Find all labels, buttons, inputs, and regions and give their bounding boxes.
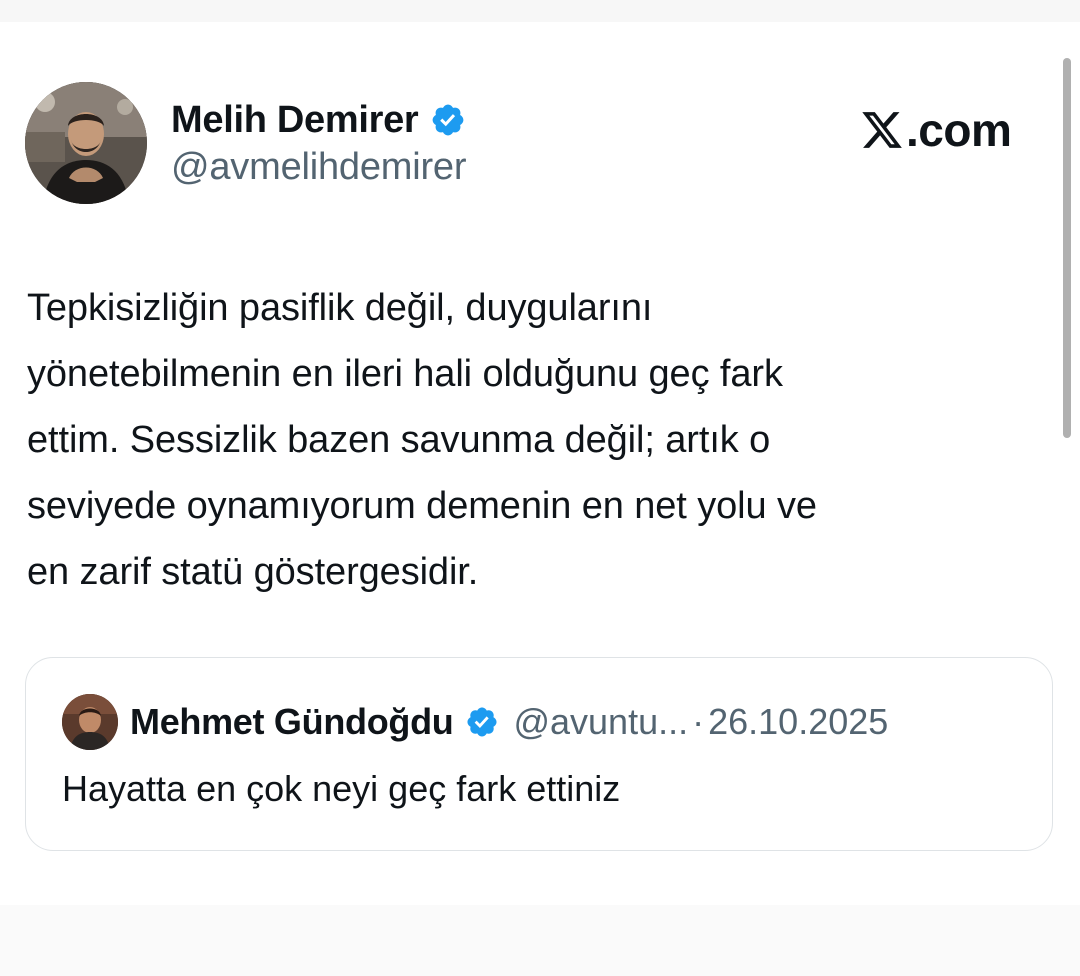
quoted-author-handle[interactable]: @avuntu... bbox=[513, 701, 688, 743]
separator-dot: · bbox=[692, 701, 705, 742]
verified-badge-icon bbox=[467, 707, 497, 737]
x-logo-icon bbox=[862, 112, 902, 148]
scrollbar[interactable] bbox=[1063, 58, 1071, 438]
tweet-screenshot: Melih Demirer @avmelihdemirer .com Tepki… bbox=[0, 0, 1080, 976]
quoted-tweet-text: Hayatta en çok neyi geç fark ettiniz bbox=[62, 768, 621, 809]
author-handle[interactable]: @avmelihdemirer bbox=[171, 146, 467, 189]
quoted-tweet-header: Mehmet Gündoğdu @avuntu... · 26.10.2025 bbox=[130, 698, 888, 746]
x-com-domain: .com bbox=[906, 104, 1012, 156]
x-com-logo: .com bbox=[860, 104, 1012, 156]
bottom-strip bbox=[0, 905, 1080, 976]
quoted-author-name[interactable]: Mehmet Gündoğdu bbox=[130, 701, 454, 743]
verified-badge-icon bbox=[433, 104, 464, 136]
quoted-tweet-date[interactable]: 26.10.2025 bbox=[708, 701, 888, 743]
quoted-tweet-card[interactable]: Mehmet Gündoğdu @avuntu... · 26.10.2025 … bbox=[25, 657, 1053, 851]
author-name-row[interactable]: Melih Demirer bbox=[171, 96, 466, 144]
author-name[interactable]: Melih Demirer bbox=[171, 99, 419, 142]
tweet-text: Tepkisizliğin pasiflik değil, duyguların… bbox=[27, 287, 817, 593]
author-avatar[interactable] bbox=[25, 82, 147, 204]
quoted-author-avatar[interactable] bbox=[62, 694, 118, 750]
top-strip bbox=[0, 0, 1080, 22]
